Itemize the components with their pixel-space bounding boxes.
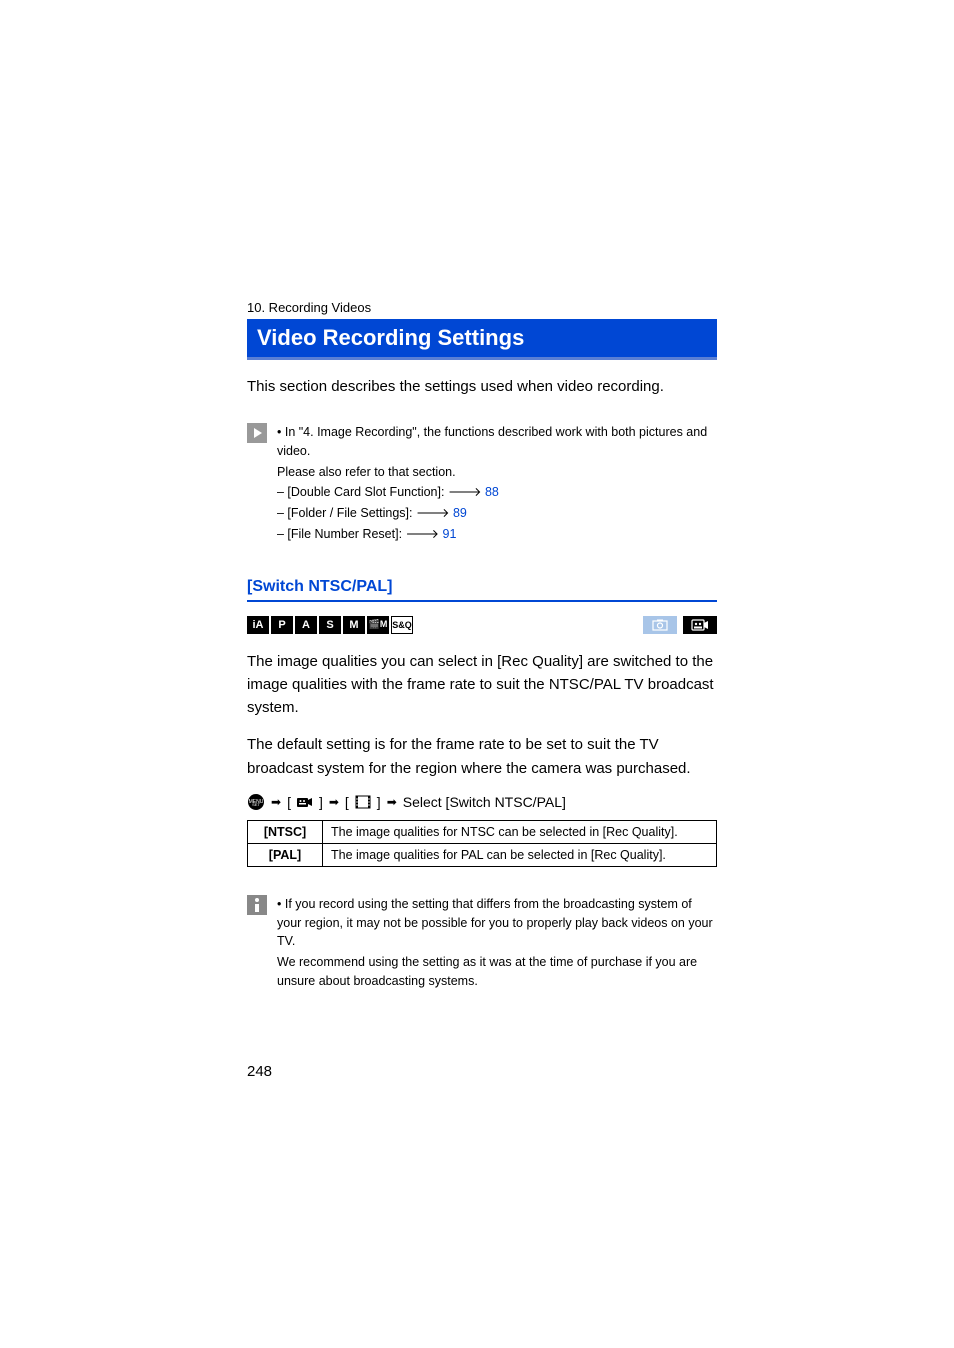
page-link[interactable]: 91 — [443, 527, 457, 541]
mode-badge-video-m: 🎬M — [367, 616, 389, 634]
mode-badge-a: A — [295, 616, 317, 634]
option-desc: The image qualities for NTSC can be sele… — [323, 820, 717, 843]
note-refer: Please also refer to that section. — [277, 463, 717, 482]
option-key: [PAL] — [248, 843, 323, 866]
menu-navigation-path: MENUSET ➡ [ ] ➡ [ ] ➡ Select [Switch NTS… — [247, 794, 717, 810]
arrow-right-icon: ➡ — [387, 795, 397, 809]
mode-badges: iA P A S M 🎬M S&Q — [247, 616, 413, 634]
body-paragraph: The default setting is for the frame rat… — [247, 733, 717, 780]
mode-indicator-row: iA P A S M 🎬M S&Q — [247, 616, 717, 634]
menu-select-text: Select [Switch NTSC/PAL] — [403, 794, 566, 810]
caution-recommend: We recommend using the setting as it was… — [277, 953, 717, 991]
note-item: – [File Number Reset]: 🡒 91 — [277, 525, 717, 544]
video-menu-icon — [297, 794, 313, 810]
film-settings-icon — [355, 794, 371, 810]
arrow-right-icon: 🡒 — [406, 527, 443, 541]
table-row: [NTSC] The image qualities for NTSC can … — [248, 820, 717, 843]
page-number: 248 — [247, 1063, 717, 1080]
photo-disabled-icon — [643, 616, 677, 634]
note-text: • In "4. Image Recording", the functions… — [277, 423, 717, 546]
intro-text: This section describes the settings used… — [247, 378, 717, 395]
bracket-close: ] — [319, 794, 323, 810]
item-text: – [File Number Reset]: — [277, 527, 406, 541]
chapter-label: 10. Recording Videos — [247, 300, 717, 315]
section-heading: [Switch NTSC/PAL] — [247, 578, 717, 602]
mode-badge-m: M — [343, 616, 365, 634]
mode-badge-s: S — [319, 616, 341, 634]
page-title: Video Recording Settings — [247, 319, 717, 360]
item-text: – [Folder / File Settings]: — [277, 506, 416, 520]
svg-text:SET: SET — [252, 802, 260, 807]
mode-badge-p: P — [271, 616, 293, 634]
menu-button-icon: MENUSET — [247, 794, 265, 810]
mode-badge-ia: iA — [247, 616, 269, 634]
option-key: [NTSC] — [248, 820, 323, 843]
body-paragraph: The image qualities you can select in [R… — [247, 650, 717, 720]
note-item: – [Folder / File Settings]: 🡒 89 — [277, 504, 717, 523]
arrow-icon — [247, 423, 267, 443]
note-bullet: • In "4. Image Recording", the functions… — [277, 423, 717, 461]
page-link[interactable]: 88 — [485, 485, 499, 499]
options-table: [NTSC] The image qualities for NTSC can … — [247, 820, 717, 867]
bracket-close: ] — [377, 794, 381, 810]
caution-bullet: • If you record using the setting that d… — [277, 895, 717, 951]
arrow-right-icon: ➡ — [271, 795, 281, 809]
page-link[interactable]: 89 — [453, 506, 467, 520]
capture-type-badges — [643, 616, 717, 634]
table-row: [PAL] The image qualities for PAL can be… — [248, 843, 717, 866]
video-enabled-icon — [683, 616, 717, 634]
note-text: • If you record using the setting that d… — [277, 895, 717, 993]
caution-note: • If you record using the setting that d… — [247, 895, 717, 993]
bracket-open: [ — [287, 794, 291, 810]
arrow-right-icon: 🡒 — [416, 506, 453, 520]
option-desc: The image qualities for PAL can be selec… — [323, 843, 717, 866]
note-item: – [Double Card Slot Function]: 🡒 88 — [277, 483, 717, 502]
mode-badge-sq: S&Q — [391, 616, 413, 634]
arrow-right-icon: 🡒 — [448, 485, 485, 499]
info-icon — [247, 895, 267, 915]
reference-note: • In "4. Image Recording", the functions… — [247, 423, 717, 546]
bracket-open: [ — [345, 794, 349, 810]
item-text: – [Double Card Slot Function]: — [277, 485, 448, 499]
arrow-right-icon: ➡ — [329, 795, 339, 809]
